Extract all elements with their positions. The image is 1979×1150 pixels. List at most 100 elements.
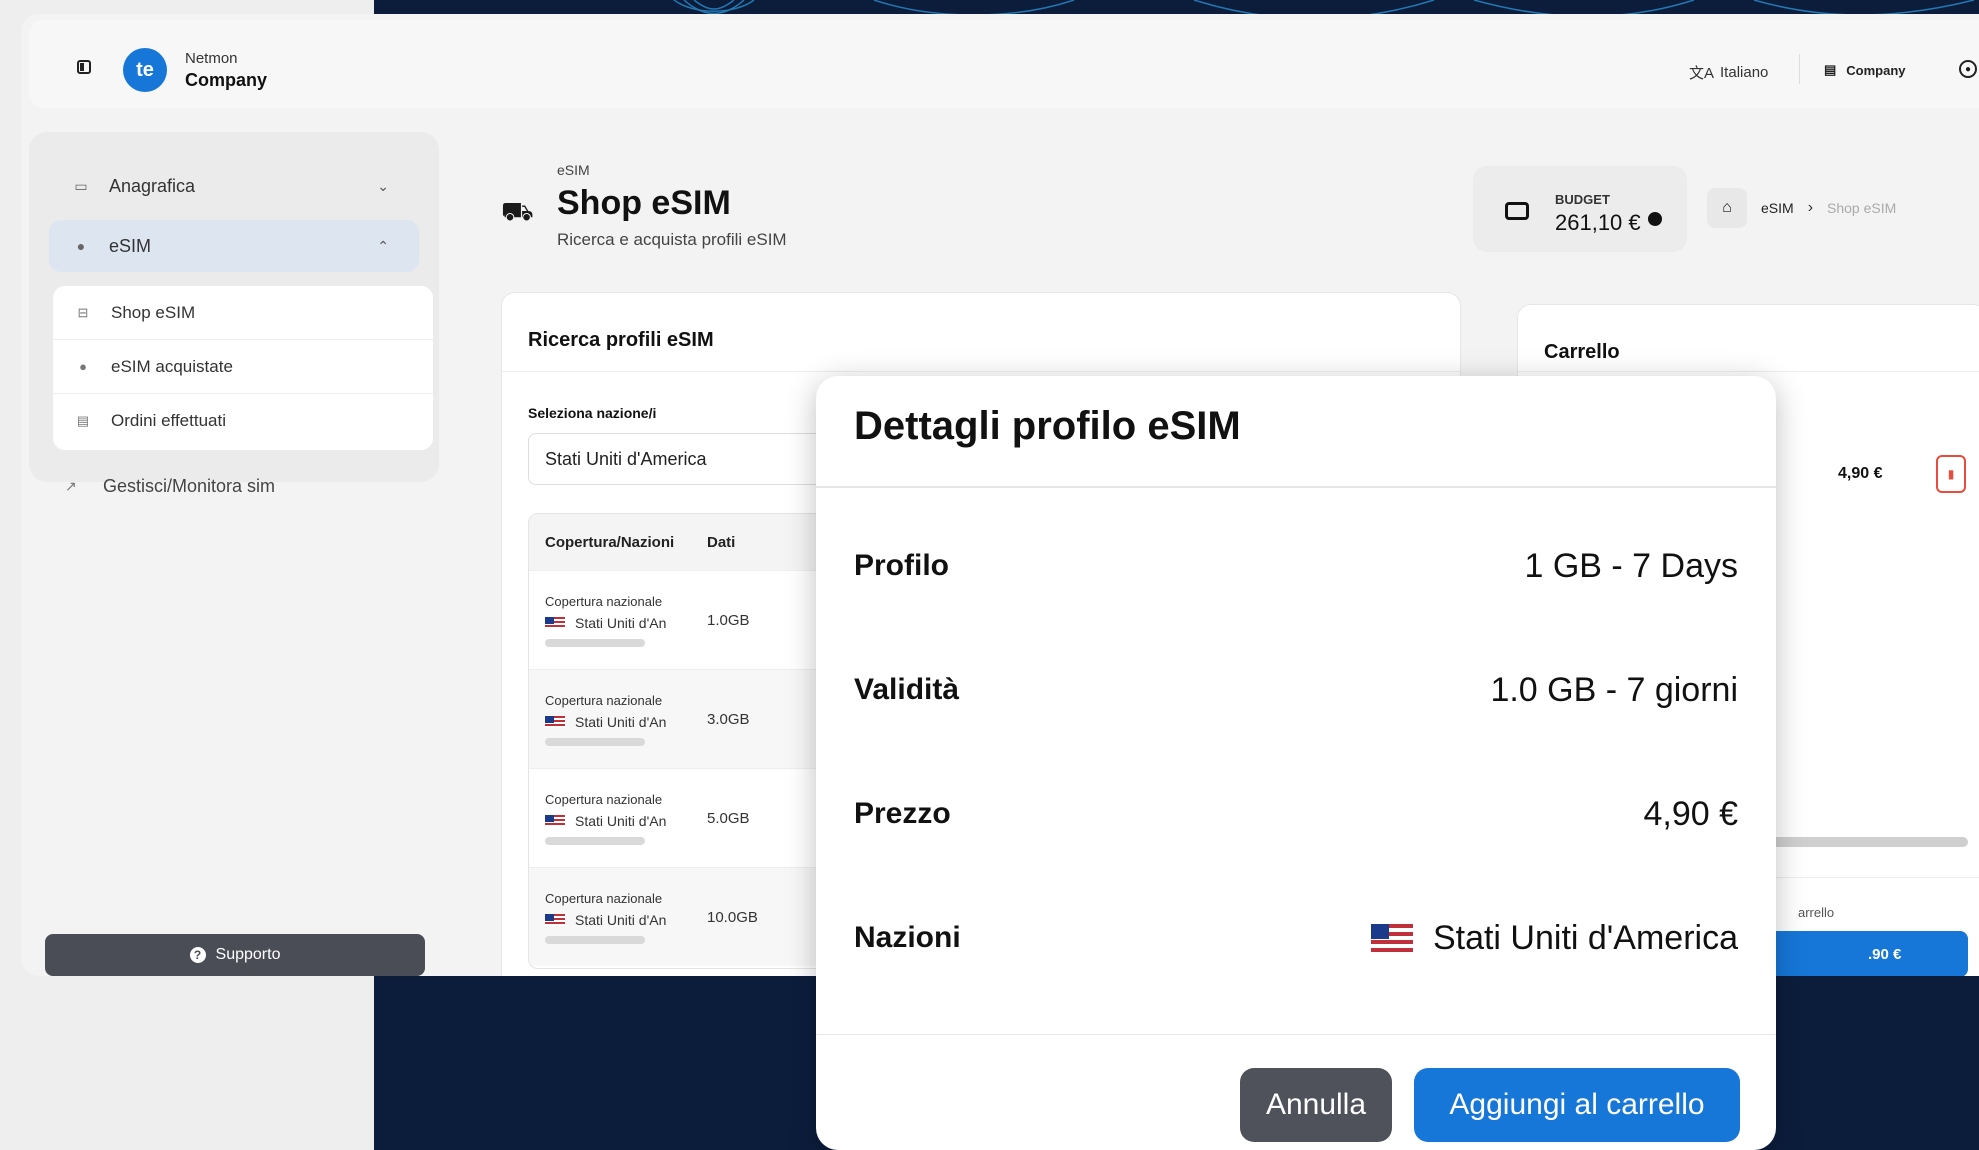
brand-top-label: Netmon xyxy=(185,50,238,67)
detail-label: Profilo xyxy=(854,549,949,582)
modal-header-divider xyxy=(816,486,1776,488)
sidebar-item-ordini-effettuati[interactable]: ▤ Ordini effettuati xyxy=(53,394,433,448)
detail-value: 1.0 GB - 7 giorni xyxy=(1490,670,1738,709)
company-logo: te xyxy=(123,48,167,92)
language-selector[interactable]: 文A Italiano xyxy=(1689,62,1768,83)
data-amount: 5.0GB xyxy=(707,809,750,827)
list-icon: ▤ xyxy=(76,413,90,428)
support-button[interactable]: ? Supporto xyxy=(45,934,425,976)
budget-widget: BUDGET 261,10 € xyxy=(1473,166,1687,252)
detail-row-prezzo: Prezzo 4,90 € xyxy=(854,784,1738,844)
us-flag-icon xyxy=(545,715,565,728)
wallet-icon xyxy=(1505,202,1529,220)
page-subtitle: Ricerca e acquista profili eSIM xyxy=(557,230,787,249)
card-divider xyxy=(502,371,1462,372)
chevron-right-icon: › xyxy=(1807,199,1814,216)
country-text: Stati Uniti d'An xyxy=(575,911,667,928)
header-divider xyxy=(1799,54,1800,84)
chevron-up-icon: ⌃ xyxy=(377,237,389,254)
coverage-text: Copertura nazionale xyxy=(545,791,663,807)
detail-value-country: Stati Uniti d'America xyxy=(1370,918,1738,958)
cart-note: arrello xyxy=(1798,905,1835,920)
chevron-down-icon: ⌄ xyxy=(377,177,389,194)
country-text: Stati Uniti d'An xyxy=(575,713,667,730)
brand-name: Company xyxy=(185,70,268,90)
data-amount: 1.0GB xyxy=(707,611,750,629)
us-flag-icon xyxy=(545,814,565,827)
us-flag-icon xyxy=(1370,924,1413,952)
page-title: Shop eSIM xyxy=(557,184,731,222)
country-text: Stati Uniti d'An xyxy=(575,812,667,829)
sidebar-item-label: Gestisci/Monitora sim xyxy=(103,476,276,496)
add-to-cart-button[interactable]: Aggiungi al carrello xyxy=(1414,1068,1740,1142)
search-card-title: Ricerca profili eSIM xyxy=(528,329,714,351)
home-icon[interactable]: ⌂ xyxy=(1707,188,1747,228)
detail-value: 4,90 € xyxy=(1643,794,1738,833)
placeholder-bar xyxy=(545,638,645,647)
placeholder-bar xyxy=(545,737,645,746)
detail-label: Nazioni xyxy=(854,921,961,954)
building-icon: ▤ xyxy=(1824,62,1837,77)
coverage-text: Copertura nazionale xyxy=(545,692,663,708)
cart-item-price: 4,90 € xyxy=(1838,465,1883,482)
top-bar: te Netmon Company 文A Italiano ▤ Company … xyxy=(29,20,1979,108)
data-amount: 10.0GB xyxy=(707,908,758,926)
sidebar-toggle-icon[interactable] xyxy=(77,60,91,74)
card-divider xyxy=(1518,371,1979,372)
info-icon[interactable] xyxy=(1648,212,1662,226)
detail-row-profilo: Profilo 1 GB - 7 Days xyxy=(854,536,1738,596)
sidebar-item-anagrafica[interactable]: ▭ Anagrafica ⌄ xyxy=(49,160,419,212)
detail-label: Prezzo xyxy=(854,797,951,830)
user-icon[interactable]: ● xyxy=(1959,60,1977,78)
detail-row-validita: Validità 1.0 GB - 7 giorni xyxy=(854,660,1738,720)
sidebar-item-label: Anagrafica xyxy=(109,175,196,196)
sidebar-item-esim-acquistate[interactable]: ● eSIM acquistate xyxy=(53,340,433,394)
detail-row-nazioni: Nazioni Stati Uniti d'America xyxy=(854,908,1738,968)
sidebar-item-label: Shop eSIM xyxy=(111,302,196,322)
placeholder-bar xyxy=(1768,837,1968,847)
modal-footer-divider xyxy=(816,1034,1776,1035)
breadcrumb-esim[interactable]: eSIM xyxy=(1761,200,1794,216)
modal-title: Dettagli profilo eSIM xyxy=(854,404,1241,448)
profile-details-modal: Dettagli profilo eSIM Profilo 1 GB - 7 D… xyxy=(816,376,1776,1150)
cancel-button[interactable]: Annulla xyxy=(1240,1068,1392,1142)
company-selector[interactable]: ▤ Company xyxy=(1824,62,1906,78)
breadcrumb: ⌂ eSIM › Shop eSIM xyxy=(1707,188,1896,228)
sidebar-item-label: Ordini effettuati xyxy=(111,411,226,430)
trash-icon[interactable]: ▮ xyxy=(1936,455,1966,493)
checkout-button[interactable]: .90 € xyxy=(1768,931,1968,976)
coverage-text: Copertura nazionale xyxy=(545,890,663,906)
language-label: Italiano xyxy=(1720,64,1769,81)
esim-submenu: ⊟ Shop eSIM ● eSIM acquistate ▤ Ordini e… xyxy=(53,286,433,450)
cart-title: Carrello xyxy=(1544,341,1620,363)
country-name: Stati Uniti d'America xyxy=(1432,918,1738,957)
us-flag-icon xyxy=(545,616,565,629)
budget-label: BUDGET xyxy=(1555,192,1610,207)
us-flag-icon xyxy=(545,913,565,926)
sidebar-item-gestisci[interactable]: ↗ Gestisci/Monitora sim xyxy=(65,476,275,497)
cart-icon: ⊟ xyxy=(77,304,89,320)
detail-label: Validità xyxy=(854,673,960,706)
support-label: Supporto xyxy=(215,946,281,963)
page-section-label: eSIM xyxy=(557,162,590,178)
id-card-icon: ▭ xyxy=(74,177,88,194)
budget-value: 261,10 € xyxy=(1555,210,1641,235)
country-select-label: Seleziona nazione/i xyxy=(528,405,657,421)
data-amount: 3.0GB xyxy=(707,710,750,728)
help-icon: ? xyxy=(189,947,206,963)
placeholder-bar xyxy=(545,836,645,845)
column-header-data: Dati xyxy=(707,533,736,551)
dot-icon: ● xyxy=(76,238,86,254)
placeholder-bar xyxy=(545,935,645,944)
dot-icon: ● xyxy=(79,359,87,374)
coverage-text: Copertura nazionale xyxy=(545,593,663,609)
translate-icon: 文A xyxy=(1689,65,1715,82)
company-label: Company xyxy=(1846,62,1906,78)
sidebar-item-label: eSIM acquistate xyxy=(111,356,233,376)
sidebar-item-shop-esim[interactable]: ⊟ Shop eSIM xyxy=(53,286,433,340)
detail-value: 1 GB - 7 Days xyxy=(1524,546,1738,585)
sidebar-item-esim[interactable]: ● eSIM ⌃ xyxy=(49,220,419,272)
shop-icon: ⛟ xyxy=(501,196,534,226)
external-link-icon: ↗ xyxy=(65,478,77,494)
column-header-coverage: Copertura/Nazioni xyxy=(545,533,675,551)
